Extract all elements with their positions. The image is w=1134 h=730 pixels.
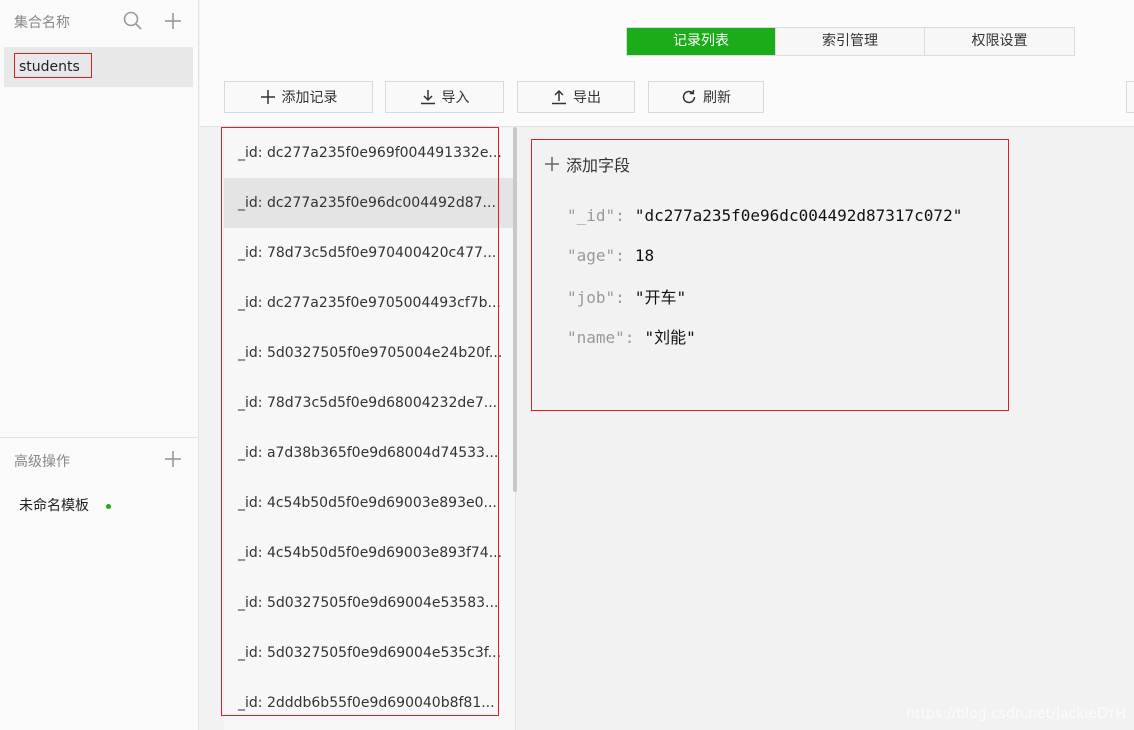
- field-value: 18: [634, 246, 655, 265]
- collections-header: 集合名称: [0, 0, 199, 44]
- sidebar-divider: [0, 437, 199, 438]
- plus-icon: [260, 90, 275, 104]
- collection-label: students: [14, 53, 92, 78]
- record-row[interactable]: _id: 78d73c5d5f0e970400420c477...: [224, 228, 513, 278]
- import-button[interactable]: 导入: [385, 81, 504, 113]
- plus-icon: [545, 157, 559, 171]
- field-key: "_id": [567, 206, 616, 225]
- field-value: "开车": [634, 288, 687, 307]
- add-field-button[interactable]: 添加字段: [544, 152, 630, 176]
- record-row[interactable]: _id: 5d0327505f0e9d69004e535c3f...: [224, 628, 513, 678]
- tab-bar: 记录列表 索引管理 权限设置: [626, 27, 1075, 56]
- sidebar: 集合名称 students 高级操作 未命名模板: [0, 0, 199, 730]
- watermark: https://blog.csdn.net/JackieDYH: [906, 706, 1126, 722]
- record-row[interactable]: _id: 5d0327505f0e9d69004e53583...: [224, 578, 513, 628]
- record-row[interactable]: _id: 5d0327505f0e9705004e24b20f...: [224, 328, 513, 378]
- field-value: "刘能": [644, 328, 696, 347]
- download-icon: [420, 90, 435, 105]
- record-row[interactable]: _id: 2dddb6b55f0e9d690040b8f81...: [224, 678, 513, 728]
- tab-indexes[interactable]: 索引管理: [776, 28, 925, 55]
- main-panel: 记录列表 索引管理 权限设置 添加记录 导入 导出 刷新 _id: dc277a…: [200, 0, 1134, 730]
- field-row[interactable]: "age": 18: [567, 246, 654, 265]
- record-row-selected[interactable]: _id: dc277a235f0e96dc004492d87...: [224, 178, 513, 228]
- topbar: 记录列表 索引管理 权限设置 添加记录 导入 导出 刷新: [200, 0, 1134, 127]
- tab-permissions[interactable]: 权限设置: [925, 28, 1074, 55]
- record-row[interactable]: _id: 78d73c5d5f0e9d68004232de7...: [224, 378, 513, 428]
- field-key: "name": [567, 328, 625, 347]
- search-icon[interactable]: [122, 10, 144, 32]
- collections-title: 集合名称: [14, 15, 70, 31]
- collection-item-students[interactable]: students: [4, 47, 193, 87]
- export-label: 导出: [573, 90, 601, 106]
- refresh-button[interactable]: 刷新: [648, 81, 764, 113]
- add-template-icon[interactable]: [162, 448, 184, 470]
- more-button[interactable]: [1126, 81, 1134, 113]
- field-row[interactable]: "job": "开车": [567, 284, 686, 308]
- field-key: "job": [567, 288, 616, 307]
- record-row[interactable]: _id: 4c54b50d5f0e9d69003e893f74...: [224, 528, 513, 578]
- status-dot-icon: [106, 504, 111, 509]
- record-list: _id: dc277a235f0e969f004491332e... _id: …: [224, 128, 516, 730]
- field-value: "dc277a235f0e96dc004492d87317c072": [634, 206, 963, 225]
- upload-icon: [552, 89, 566, 105]
- template-item[interactable]: 未命名模板: [19, 495, 89, 515]
- add-field-label: 添加字段: [566, 156, 631, 175]
- add-record-button[interactable]: 添加记录: [224, 81, 373, 113]
- record-detail: 添加字段 "_id": "dc277a235f0e96dc004492d87317…: [531, 139, 1009, 411]
- record-row[interactable]: _id: 4c54b50d5f0e9d69003e893e0...: [224, 478, 513, 528]
- advanced-title: 高级操作: [14, 454, 70, 470]
- record-row[interactable]: _id: dc277a235f0e9705004493cf7b...: [224, 278, 513, 328]
- add-record-label: 添加记录: [281, 90, 338, 106]
- record-row[interactable]: _id: a7d38b365f0e9d68004d74533...: [224, 428, 513, 478]
- refresh-icon: [682, 89, 696, 104]
- import-label: 导入: [441, 90, 470, 106]
- field-key: "age": [567, 246, 616, 265]
- refresh-label: 刷新: [703, 90, 731, 106]
- field-row[interactable]: "name": "刘能": [567, 324, 696, 348]
- field-row[interactable]: "_id": "dc277a235f0e96dc004492d87317c072": [567, 206, 962, 225]
- record-row[interactable]: _id: dc277a235f0e969f004491332e...: [224, 128, 513, 178]
- add-collection-icon[interactable]: [162, 10, 184, 32]
- export-button[interactable]: 导出: [517, 81, 635, 113]
- tab-records[interactable]: 记录列表: [627, 28, 776, 55]
- record-list-scrollbar[interactable]: [513, 127, 517, 492]
